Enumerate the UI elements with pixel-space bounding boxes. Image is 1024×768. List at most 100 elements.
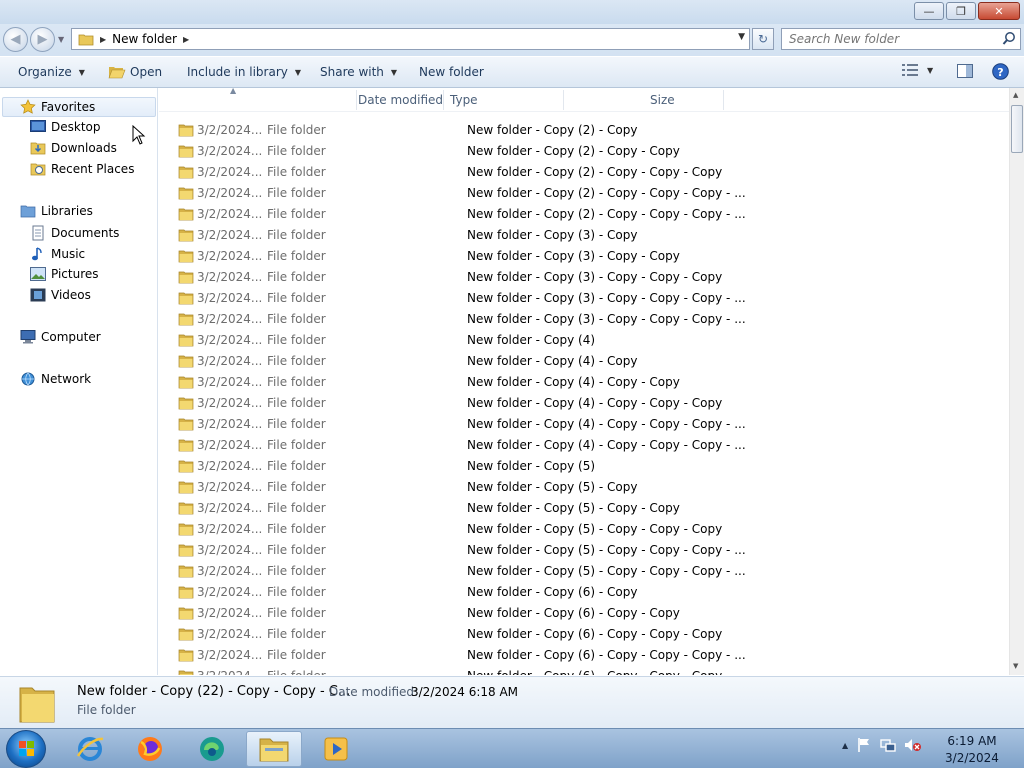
- table-row[interactable]: 3/2/2024... File folder New folder - Copy …: [159, 603, 1009, 624]
- table-row[interactable]: 3/2/2024... File folder New folder - Copy …: [159, 582, 1009, 603]
- address-history-dropdown[interactable]: ▼: [738, 32, 745, 42]
- column-size[interactable]: Size: [650, 93, 675, 107]
- recent-pages-dropdown[interactable]: ▼: [58, 35, 64, 44]
- search-box[interactable]: [781, 28, 1021, 50]
- change-view-button[interactable]: [902, 63, 918, 80]
- taskbar-edge[interactable]: [184, 731, 240, 767]
- table-row[interactable]: 3/2/2024... File folder New folder - Copy …: [159, 477, 1009, 498]
- row-date: 3/2/2024...: [197, 207, 263, 221]
- back-button[interactable]: ◀: [3, 27, 28, 52]
- taskbar-firefox[interactable]: [122, 731, 178, 767]
- table-row[interactable]: 3/2/2024... File folder New folder - Copy …: [159, 120, 1009, 141]
- table-row[interactable]: 3/2/2024... File folder New folder - Copy …: [159, 456, 1009, 477]
- table-row[interactable]: 3/2/2024... File folder New folder - Copy …: [159, 645, 1009, 666]
- column-separator[interactable]: [443, 90, 444, 110]
- preview-pane-button[interactable]: [957, 63, 973, 82]
- search-input[interactable]: [782, 29, 992, 49]
- minimize-button[interactable]: —: [914, 2, 944, 20]
- network-tray-icon[interactable]: [880, 737, 896, 753]
- table-row[interactable]: 3/2/2024... File folder New folder - Copy …: [159, 330, 1009, 351]
- include-in-library-button[interactable]: Include in library ▼: [187, 65, 301, 79]
- nav-pictures[interactable]: Pictures: [30, 267, 99, 281]
- share-with-button[interactable]: Share with ▼: [320, 65, 397, 79]
- nav-computer[interactable]: Computer: [20, 330, 101, 344]
- nav-favorites[interactable]: Favorites: [2, 97, 156, 117]
- table-row[interactable]: 3/2/2024... File folder New folder - Copy …: [159, 393, 1009, 414]
- table-row[interactable]: 3/2/2024... File folder New folder - Copy …: [159, 372, 1009, 393]
- table-row[interactable]: 3/2/2024... File folder New folder - Copy …: [159, 498, 1009, 519]
- row-date: 3/2/2024...: [197, 354, 263, 368]
- close-button[interactable]: ✕: [978, 2, 1020, 20]
- nav-music[interactable]: Music: [30, 246, 85, 262]
- taskbar-file-explorer[interactable]: [246, 731, 302, 767]
- column-type[interactable]: Type: [450, 93, 478, 107]
- search-icon[interactable]: [1002, 31, 1016, 47]
- refresh-button[interactable]: ↻: [752, 28, 774, 50]
- row-name: New folder - Copy (6) - Copy: [467, 585, 638, 599]
- taskbar-media-player[interactable]: [308, 731, 364, 767]
- table-row[interactable]: 3/2/2024... File folder New folder - Copy …: [159, 561, 1009, 582]
- taskbar-internet-explorer[interactable]: [62, 731, 118, 767]
- address-bar[interactable]: ▶ New folder ▶ ▼: [71, 28, 750, 50]
- nav-desktop[interactable]: Desktop: [30, 120, 101, 134]
- scrollbar-thumb[interactable]: [1011, 105, 1023, 153]
- table-row[interactable]: 3/2/2024... File folder New folder - Copy …: [159, 225, 1009, 246]
- help-button[interactable]: ?: [992, 63, 1009, 83]
- row-type: File folder: [267, 123, 326, 137]
- table-row[interactable]: 3/2/2024... File folder New folder - Copy …: [159, 414, 1009, 435]
- start-button[interactable]: [6, 730, 46, 768]
- table-row[interactable]: 3/2/2024... File folder New folder - Copy …: [159, 540, 1009, 561]
- libraries-icon: [20, 205, 36, 218]
- nav-videos[interactable]: Videos: [30, 288, 91, 302]
- organize-button[interactable]: Organize ▼: [18, 65, 85, 79]
- table-row[interactable]: 3/2/2024... File folder New folder - Copy …: [159, 162, 1009, 183]
- nav-network[interactable]: Network: [20, 372, 91, 386]
- scroll-down-arrow-icon[interactable]: ▼: [1013, 662, 1018, 670]
- table-row[interactable]: 3/2/2024... File folder New folder - Copy …: [159, 141, 1009, 162]
- row-date: 3/2/2024...: [197, 333, 263, 347]
- table-row[interactable]: 3/2/2024... File folder New folder - Copy …: [159, 309, 1009, 330]
- nav-documents[interactable]: Documents: [30, 225, 119, 241]
- clock-date: 3/2/2024: [945, 751, 999, 765]
- column-separator[interactable]: [563, 90, 564, 110]
- open-button[interactable]: Open: [108, 65, 162, 79]
- table-row[interactable]: 3/2/2024... File folder New folder - Copy …: [159, 267, 1009, 288]
- column-separator[interactable]: [723, 90, 724, 110]
- nav-downloads[interactable]: Downloads: [30, 141, 117, 155]
- row-type: File folder: [267, 543, 326, 557]
- action-center-flag-icon[interactable]: [856, 737, 872, 753]
- row-name: New folder - Copy (3) - Copy - Copy: [467, 249, 680, 263]
- row-name: New folder - Copy (3) - Copy - Copy - Co…: [467, 270, 723, 284]
- table-row[interactable]: 3/2/2024... File folder New folder - Copy …: [159, 288, 1009, 309]
- table-row[interactable]: 3/2/2024... File folder New folder - Copy …: [159, 351, 1009, 372]
- view-options-dropdown[interactable]: ▼: [927, 66, 933, 75]
- nav-recent-places[interactable]: Recent Places: [30, 162, 134, 176]
- table-row[interactable]: 3/2/2024... File folder New folder - Copy …: [159, 435, 1009, 456]
- taskbar-clock[interactable]: 6:19 AM 3/2/2024: [938, 733, 1006, 767]
- nav-libraries[interactable]: Libraries: [20, 204, 93, 218]
- table-row[interactable]: 3/2/2024... File folder New folder - Copy …: [159, 246, 1009, 267]
- restore-button[interactable]: ❐: [946, 2, 976, 20]
- folder-icon: [178, 586, 194, 599]
- column-separator[interactable]: [356, 90, 357, 110]
- vertical-scrollbar[interactable]: ▲ ▼: [1009, 88, 1024, 675]
- table-row[interactable]: 3/2/2024... File folder New folder - Copy …: [159, 204, 1009, 225]
- breadcrumb-new-folder[interactable]: New folder: [112, 32, 177, 46]
- row-type: File folder: [267, 459, 326, 473]
- breadcrumb-chevron-icon[interactable]: ▶: [183, 35, 189, 44]
- forward-button[interactable]: ▶: [30, 27, 55, 52]
- table-row[interactable]: 3/2/2024... File folder New folder - Copy …: [159, 624, 1009, 645]
- volume-muted-icon[interactable]: [904, 737, 922, 753]
- table-row[interactable]: 3/2/2024... File folder New folder - Copy …: [159, 519, 1009, 540]
- folder-icon: [178, 523, 194, 536]
- breadcrumb-separator-icon[interactable]: ▶: [100, 35, 106, 44]
- scroll-up-arrow-icon[interactable]: ▲: [1013, 91, 1018, 99]
- column-date-modified[interactable]: Date modified: [358, 93, 443, 107]
- show-hidden-icons-button[interactable]: ▲: [842, 741, 848, 750]
- new-folder-button[interactable]: New folder: [419, 65, 484, 79]
- navigation-pane: Favorites Desktop Downloads Recent Place…: [0, 88, 158, 675]
- table-row[interactable]: 3/2/2024... File folder New folder - Copy …: [159, 183, 1009, 204]
- folder-icon: [178, 166, 194, 179]
- row-date: 3/2/2024...: [197, 459, 263, 473]
- table-row[interactable]: 3/2/2024... File folder New folder - Copy …: [159, 666, 1009, 675]
